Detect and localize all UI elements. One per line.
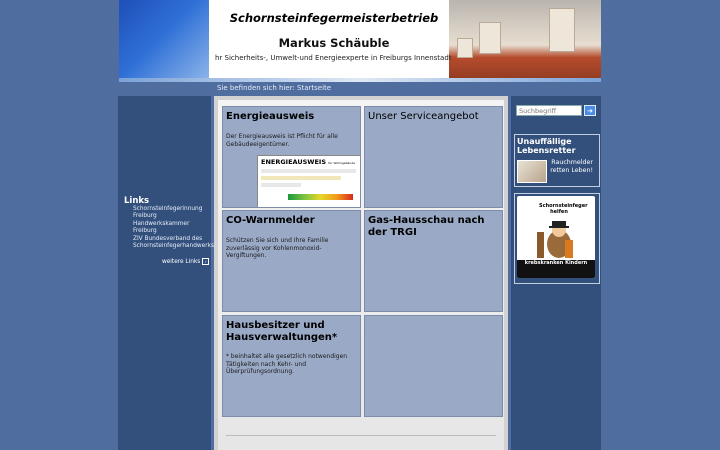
header-divider: [119, 78, 601, 82]
header-rooftop-photo: [449, 0, 601, 82]
box-title: Unser Serviceangebot: [368, 111, 479, 122]
smoke-detector-image: [517, 160, 547, 183]
main-content: Energieausweis Der Energieausweis ist Pf…: [214, 96, 508, 450]
energy-scale-bar: [288, 194, 353, 200]
box-gas-hausschau[interactable]: Gas-Hausschau nach der TRGI: [364, 210, 503, 312]
search-input[interactable]: [516, 105, 582, 116]
box-service[interactable]: Unser Serviceangebot: [364, 106, 503, 208]
header-blue-graphic: [119, 0, 209, 82]
chimney-sweep-illustration: [537, 221, 573, 258]
site-header: Schornsteinfegermeisterbetrieb Markus Sc…: [119, 0, 601, 82]
header-subtitle: hr Sicherheits-, Umwelt-und Energieexper…: [215, 54, 452, 62]
charity-banner-image: Schornsteinfeger helfen krebskranken Kin…: [517, 196, 595, 278]
promo-text: Rauchmelder retten Leben!: [550, 159, 593, 174]
charity-title: Schornsteinfeger helfen: [539, 203, 588, 215]
box-text: * beinhaltet alle gesetzlich notwendigen…: [226, 353, 348, 375]
energieausweis-image-title: ENERGIEAUSWEIS: [261, 158, 327, 166]
box-energieausweis[interactable]: Energieausweis Der Energieausweis ist Pf…: [222, 106, 361, 208]
sidebar-link-handwerkskammer[interactable]: Handwerkskammer Freiburg: [133, 221, 213, 235]
header-title: Schornsteinfegermeisterbetrieb: [229, 11, 439, 25]
charity-footer: krebskranken Kindern: [517, 260, 595, 278]
arrow-right-icon: ›: [202, 258, 210, 265]
sidebar-link-ziv[interactable]: ZIV Bundesverband des Schornsteinfegerha…: [133, 236, 214, 250]
more-links-link[interactable]: weitere Links ›: [162, 258, 210, 265]
box-title: Gas-Hausschau nach der TRGI: [368, 215, 485, 238]
breadcrumb: Sie befinden sich hier: Startseite: [217, 84, 332, 92]
header-name: Markus Schäuble: [278, 36, 390, 50]
box-text: Der Energieausweis ist Pflicht für alle …: [226, 133, 338, 148]
links-heading: Links: [124, 196, 150, 206]
promo-title: Unauffällige Lebensretter: [517, 137, 576, 155]
footer-divider: [226, 435, 496, 436]
box-empty: [364, 315, 503, 417]
energieausweis-image: ENERGIEAUSWEIS für Wohngebäude: [257, 155, 360, 207]
box-title: Hausbesitzer und Hausverwaltungen*: [226, 320, 338, 343]
box-co-warnmelder[interactable]: CO-Warnmelder Schützen Sie sich und Ihre…: [222, 210, 361, 312]
sidebar-link-schornsteinfegerinnung[interactable]: Schornsteinfegerinnung Freiburg: [133, 206, 213, 220]
box-title: Energieausweis: [226, 111, 315, 122]
box-text: Schützen Sie sich und Ihre Familie zuver…: [226, 237, 329, 259]
more-links-label: weitere Links: [162, 259, 201, 265]
box-title: CO-Warnmelder: [226, 215, 315, 226]
left-sidebar: Links Schornsteinfegerinnung Freiburg Ha…: [118, 96, 214, 450]
box-hausbesitzer[interactable]: Hausbesitzer und Hausverwaltungen* * bei…: [222, 315, 361, 417]
energieausweis-image-subtitle: für Wohngebäude: [328, 161, 356, 165]
search-button[interactable]: ➔: [584, 105, 596, 116]
